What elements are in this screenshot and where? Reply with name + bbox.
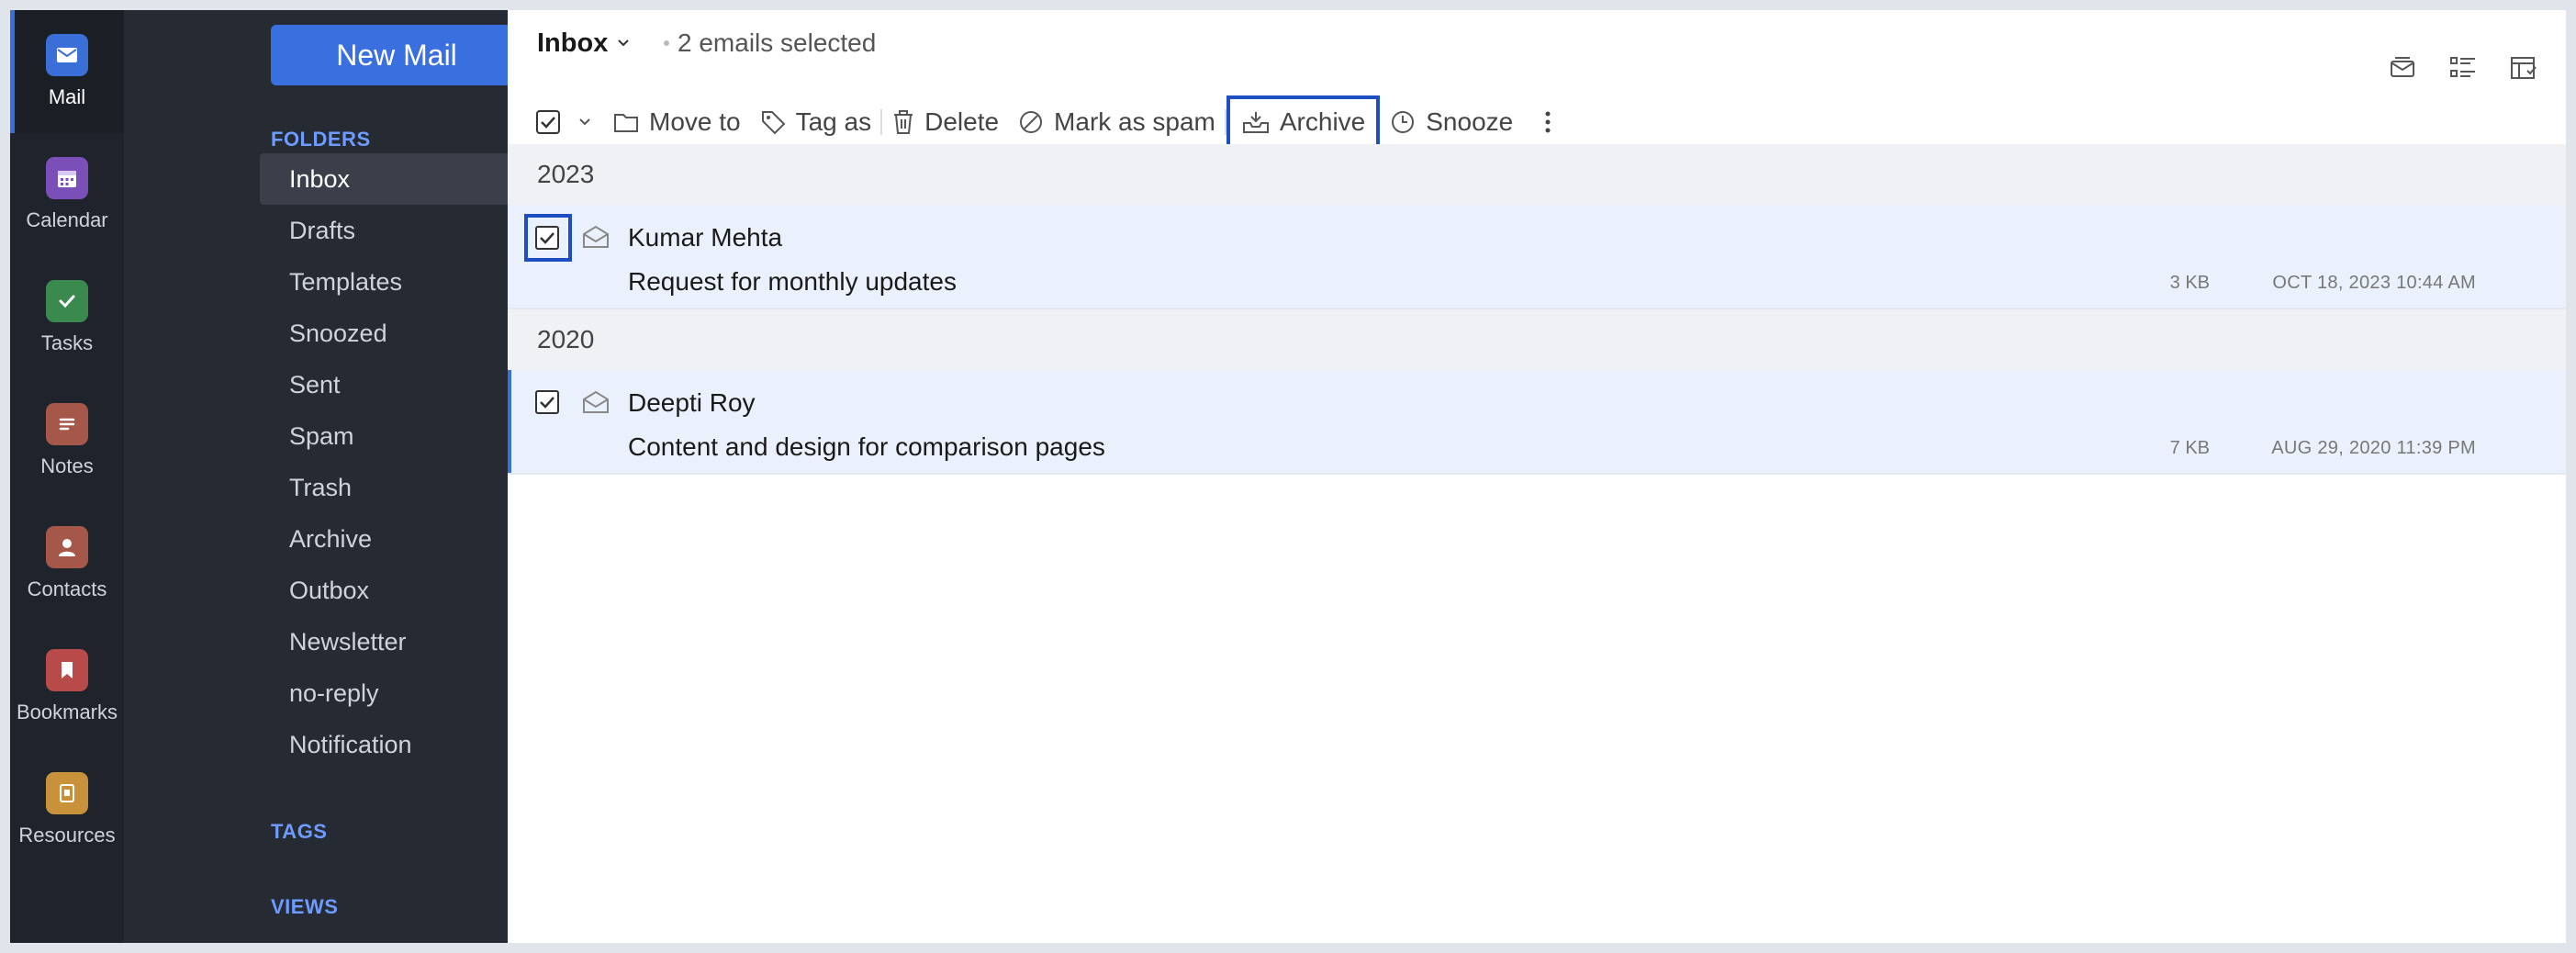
more-actions-button[interactable]: [1522, 95, 1574, 149]
folder-title[interactable]: Inbox: [537, 28, 608, 59]
chevron-down-icon: [579, 118, 590, 126]
envelope-open-icon: [583, 390, 609, 413]
spam-icon: [1020, 111, 1043, 133]
rail-item-mail[interactable]: Mail: [10, 10, 124, 133]
rail-label: Contacts: [27, 577, 107, 600]
tag-as-label: Tag as: [795, 107, 872, 136]
contact-icon: [46, 526, 88, 568]
email-row[interactable]: Kumar Mehta Request for monthly updates …: [508, 205, 2566, 309]
notes-icon: [46, 403, 88, 445]
email-date: OCT 18, 2023 10:44 AM: [2272, 273, 2476, 293]
move-to-button[interactable]: Move to: [603, 95, 750, 149]
email-subject: Content and design for comparison pages: [628, 432, 1105, 461]
email-checkbox[interactable]: [535, 390, 559, 414]
select-all-checkbox[interactable]: [532, 95, 565, 149]
rail-item-tasks[interactable]: Tasks: [10, 256, 124, 379]
select-options-dropdown[interactable]: [565, 95, 603, 149]
mark-as-spam-label: Mark as spam: [1054, 107, 1215, 136]
mail-list-pane: Inbox 2 emails selected Move to Tag as D…: [508, 10, 2566, 943]
email-sender: Deepti Roy: [628, 388, 756, 417]
rail-item-notes[interactable]: Notes: [10, 379, 124, 502]
bookmark-icon: [46, 649, 88, 691]
email-checkbox[interactable]: [535, 226, 559, 250]
more-vertical-icon: [1545, 111, 1551, 133]
calendar-icon: [46, 157, 88, 199]
conversation-view-icon[interactable]: [2388, 54, 2417, 82]
year-group-header: 2023: [508, 144, 2566, 205]
archive-icon: [1242, 112, 1269, 133]
email-size: 3 KB: [2169, 273, 2210, 293]
tag-as-button[interactable]: Tag as: [750, 95, 881, 149]
chevron-down-icon[interactable]: [616, 38, 631, 49]
envelope-open-icon: [583, 225, 609, 248]
move-to-label: Move to: [649, 107, 741, 136]
folder-icon: [614, 114, 638, 132]
rail-item-calendar[interactable]: Calendar: [10, 133, 124, 256]
list-header: Inbox 2 emails selected: [508, 10, 2566, 74]
clock-icon: [1392, 111, 1415, 133]
rail-label: Notes: [40, 454, 94, 477]
rail-label: Tasks: [40, 331, 94, 354]
app-window: Mail Calendar Tasks Notes Contacts Bookm…: [10, 10, 2566, 943]
views-heading: VIEWS: [271, 895, 339, 918]
folders-heading: FOLDERS: [271, 128, 371, 151]
email-date: AUG 29, 2020 11:39 PM: [2271, 438, 2476, 458]
folder-pane: New Mail FOLDERS Inbox Drafts Templates …: [124, 10, 583, 943]
delete-button[interactable]: Delete: [882, 95, 1008, 149]
rail-label: Bookmarks: [16, 701, 118, 723]
separator-dot: [664, 40, 669, 46]
email-subject: Request for monthly updates: [628, 267, 957, 296]
checkmark-icon: [540, 232, 554, 244]
trash-icon: [894, 110, 913, 134]
email-list: 2023 Kumar Mehta Request for monthly upd…: [508, 144, 2566, 475]
new-mail-button[interactable]: New Mail: [271, 25, 524, 85]
view-options: [2388, 54, 2538, 82]
column-view-icon[interactable]: [2509, 54, 2538, 82]
tag-icon: [761, 111, 786, 135]
mark-as-spam-button[interactable]: Mark as spam: [1008, 95, 1225, 149]
snooze-button[interactable]: Snooze: [1380, 95, 1522, 149]
snooze-label: Snooze: [1426, 107, 1514, 136]
rail-item-contacts[interactable]: Contacts: [10, 502, 124, 625]
check-icon: [46, 280, 88, 322]
app-rail: Mail Calendar Tasks Notes Contacts Bookm…: [10, 10, 124, 943]
rail-label: Mail: [48, 85, 86, 108]
email-sender: Kumar Mehta: [628, 223, 783, 252]
resources-icon: [46, 772, 88, 814]
rail-item-resources[interactable]: Resources: [10, 748, 124, 871]
mail-icon: [46, 34, 88, 76]
archive-button[interactable]: Archive: [1226, 95, 1381, 149]
delete-label: Delete: [924, 107, 1000, 136]
checkbox-checked-icon: [536, 110, 560, 134]
action-toolbar: Move to Tag as Delete Mark as spam Archi…: [532, 95, 1574, 150]
rail-label: Resources: [18, 824, 116, 846]
rail-item-bookmarks[interactable]: Bookmarks: [10, 625, 124, 748]
email-row[interactable]: Deepti Roy Content and design for compar…: [508, 370, 2566, 475]
email-size: 7 KB: [2169, 438, 2210, 458]
checkmark-icon: [540, 397, 554, 409]
year-group-header: 2020: [508, 309, 2566, 370]
tags-heading: TAGS: [271, 820, 328, 843]
selection-count: 2 emails selected: [678, 28, 877, 57]
rail-label: Calendar: [26, 208, 108, 231]
archive-label: Archive: [1279, 107, 1366, 136]
list-view-icon[interactable]: [2448, 54, 2478, 82]
